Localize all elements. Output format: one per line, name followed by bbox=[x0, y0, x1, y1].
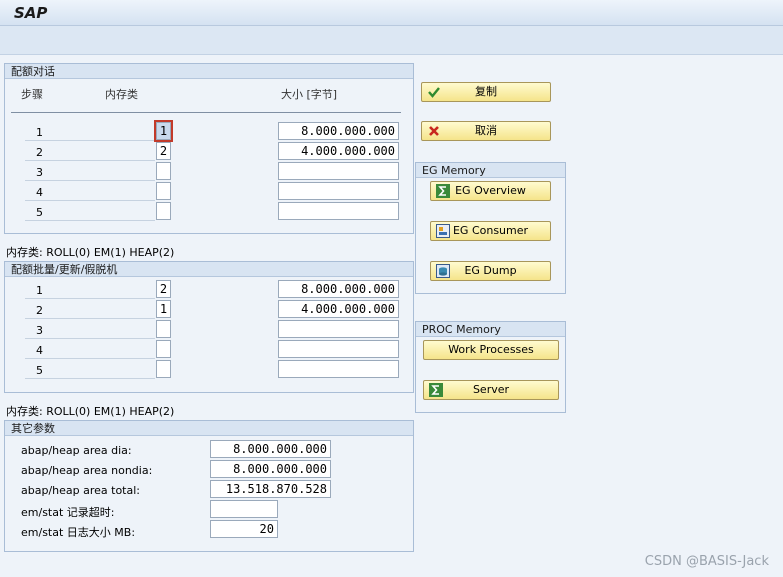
copy-button[interactable]: 复制 bbox=[421, 82, 551, 102]
column-header-size: 大小 [字节] bbox=[281, 88, 338, 101]
column-header-memory-type: 内存类 bbox=[105, 88, 138, 101]
step-label: 1 bbox=[36, 126, 43, 139]
group-title: EG Memory bbox=[416, 163, 565, 178]
step-label: 4 bbox=[36, 344, 43, 357]
param-input-heap-total[interactable]: 13.518.870.528 bbox=[210, 480, 331, 498]
param-label-heap-total: abap/heap area total: bbox=[21, 484, 140, 497]
step-label: 2 bbox=[36, 146, 43, 159]
sigma-icon bbox=[429, 383, 443, 397]
step-label: 5 bbox=[36, 364, 43, 377]
eg-consumer-label: EG Consumer bbox=[452, 224, 529, 237]
size-input[interactable]: 4.000.000.000 bbox=[278, 142, 399, 160]
title-bar: SAP bbox=[0, 0, 783, 26]
toolbar bbox=[0, 26, 783, 55]
memory-type-input[interactable]: 1 bbox=[156, 300, 171, 318]
param-input-heap-dia[interactable]: 8.000.000.000 bbox=[210, 440, 331, 458]
row-divider bbox=[25, 220, 155, 221]
row-divider bbox=[25, 358, 155, 359]
param-label-em-stat-log-size: em/stat 日志大小 MB: bbox=[21, 526, 136, 539]
cancel-button[interactable]: 取消 bbox=[421, 121, 551, 141]
proc-memory-group: PROC Memory Work Processes Server bbox=[415, 321, 566, 413]
work-processes-button[interactable]: Work Processes bbox=[423, 340, 559, 360]
memory-type-input[interactable] bbox=[156, 182, 171, 200]
size-input[interactable] bbox=[278, 162, 399, 180]
group-title: 配额批量/更新/假脱机 bbox=[5, 262, 413, 277]
memory-type-legend: 内存类: ROLL(0) EM(1) HEAP(2) bbox=[6, 246, 175, 259]
header-divider bbox=[11, 112, 401, 113]
cancel-icon bbox=[427, 124, 441, 138]
chart-icon bbox=[436, 224, 450, 238]
size-input[interactable] bbox=[278, 340, 399, 358]
param-label-heap-dia: abap/heap area dia: bbox=[21, 444, 132, 457]
param-label-heap-nondia: abap/heap area nondia: bbox=[21, 464, 153, 477]
memory-type-input[interactable] bbox=[156, 162, 171, 180]
memory-type-legend: 内存类: ROLL(0) EM(1) HEAP(2) bbox=[6, 405, 175, 418]
row-divider bbox=[25, 318, 155, 319]
eg-dump-button[interactable]: EG Dump bbox=[430, 261, 551, 281]
checkmark-icon bbox=[427, 85, 441, 99]
row-divider bbox=[25, 338, 155, 339]
work-processes-label: Work Processes bbox=[448, 343, 534, 356]
eg-overview-button[interactable]: EG Overview bbox=[430, 181, 551, 201]
size-input[interactable] bbox=[278, 360, 399, 378]
row-divider bbox=[25, 160, 155, 161]
database-icon bbox=[436, 264, 450, 278]
step-label: 4 bbox=[36, 186, 43, 199]
size-input[interactable] bbox=[278, 320, 399, 338]
eg-overview-label: EG Overview bbox=[455, 184, 526, 197]
memory-type-input[interactable] bbox=[156, 340, 171, 358]
step-label: 1 bbox=[36, 284, 43, 297]
sigma-icon bbox=[436, 184, 450, 198]
row-divider bbox=[25, 200, 155, 201]
other-params-group: 其它参数 abap/heap area dia: 8.000.000.000 a… bbox=[4, 420, 414, 552]
cancel-button-label: 取消 bbox=[475, 124, 497, 137]
column-header-step: 步骤 bbox=[21, 88, 43, 101]
step-label: 5 bbox=[36, 206, 43, 219]
copy-button-label: 复制 bbox=[475, 85, 497, 98]
group-title: 其它参数 bbox=[5, 421, 413, 436]
step-label: 2 bbox=[36, 304, 43, 317]
server-button-label: Server bbox=[472, 383, 510, 396]
size-input[interactable] bbox=[278, 182, 399, 200]
server-button[interactable]: Server bbox=[423, 380, 559, 400]
eg-dump-label: EG Dump bbox=[464, 264, 517, 277]
row-divider bbox=[25, 378, 155, 379]
memory-type-input[interactable] bbox=[156, 320, 171, 338]
row-divider bbox=[25, 180, 155, 181]
app-title: SAP bbox=[14, 4, 48, 22]
quota-batch-group: 配额批量/更新/假脱机 1 2 8.000.000.000 2 1 4.000.… bbox=[4, 261, 414, 393]
memory-type-input[interactable]: 1 bbox=[154, 120, 173, 142]
watermark: CSDN @BASIS-Jack bbox=[644, 554, 769, 569]
main-content: 配额对话 步骤 内存类 大小 [字节] 1 1 8.000.000.000 2 … bbox=[0, 55, 783, 577]
eg-consumer-button[interactable]: EG Consumer bbox=[430, 221, 551, 241]
memory-type-input[interactable]: 2 bbox=[156, 142, 171, 160]
quota-dialog-group: 配额对话 步骤 内存类 大小 [字节] 1 1 8.000.000.000 2 … bbox=[4, 63, 414, 234]
size-input[interactable]: 8.000.000.000 bbox=[278, 122, 399, 140]
param-label-em-stat-timeout: em/stat 记录超时: bbox=[21, 506, 115, 519]
param-input-heap-nondia[interactable]: 8.000.000.000 bbox=[210, 460, 331, 478]
row-divider bbox=[25, 140, 155, 141]
group-title: 配额对话 bbox=[5, 64, 413, 79]
row-divider bbox=[25, 298, 155, 299]
step-label: 3 bbox=[36, 166, 43, 179]
step-label: 3 bbox=[36, 324, 43, 337]
param-input-em-stat-log-size[interactable]: 20 bbox=[210, 520, 278, 538]
size-input[interactable]: 4.000.000.000 bbox=[278, 300, 399, 318]
size-input[interactable] bbox=[278, 202, 399, 220]
param-input-em-stat-timeout[interactable] bbox=[210, 500, 278, 518]
eg-memory-group: EG Memory EG Overview EG Consumer EG Dum… bbox=[415, 162, 566, 294]
memory-type-input[interactable] bbox=[156, 360, 171, 378]
size-input[interactable]: 8.000.000.000 bbox=[278, 280, 399, 298]
group-title: PROC Memory bbox=[416, 322, 565, 337]
memory-type-input[interactable] bbox=[156, 202, 171, 220]
memory-type-input[interactable]: 2 bbox=[156, 280, 171, 298]
